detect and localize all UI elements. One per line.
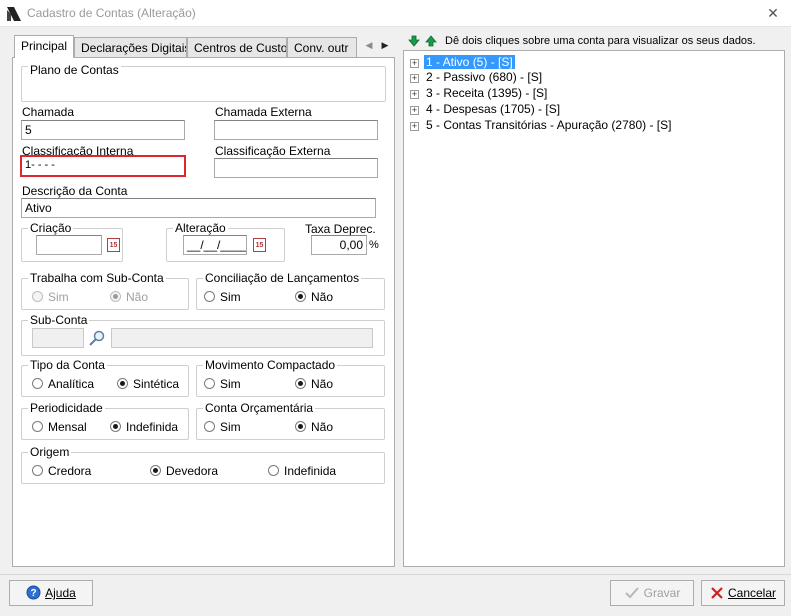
cancelar-button[interactable]: Cancelar xyxy=(701,580,785,606)
window-title: Cadastro de Contas (Alteração) xyxy=(27,6,196,20)
origem-legend: Origem xyxy=(28,445,72,459)
alteracao-date-field[interactable]: __/__/____ xyxy=(183,235,247,255)
origem-devedora-radio[interactable]: Devedora xyxy=(150,464,218,478)
chamada-field[interactable]: 5 xyxy=(21,120,185,140)
classificacao-externa-label: Classificação Externa xyxy=(215,144,331,158)
tree-item-ativo[interactable]: +1 - Ativo (5) - [S] xyxy=(410,55,515,70)
orcamentaria-sim-radio[interactable]: Sim xyxy=(204,420,241,434)
tab-scroll-left-icon[interactable]: ◀ xyxy=(361,37,377,53)
gravar-button[interactable]: Gravar xyxy=(610,580,694,606)
tree-hint-text: Dê dois cliques sobre uma conta para vis… xyxy=(445,35,756,47)
accounts-tree: +1 - Ativo (5) - [S] +2 - Passivo (680) … xyxy=(403,50,785,567)
origem-group: Origem Credora Devedora Indefinida xyxy=(21,445,385,484)
chamada-externa-field[interactable] xyxy=(214,120,378,140)
expand-icon[interactable]: + xyxy=(410,106,419,115)
tree-item-contas-transitorias[interactable]: +5 - Contas Transitórias - Apuração (278… xyxy=(410,118,673,133)
sub-conta-group: Sub-Conta xyxy=(21,313,385,356)
tree-item-despesas[interactable]: +4 - Despesas (1705) - [S] xyxy=(410,102,562,117)
alteracao-group: Alteração __/__/____ 15 xyxy=(166,221,285,262)
movimento-sim-radio[interactable]: Sim xyxy=(204,377,241,391)
expand-icon[interactable]: + xyxy=(410,122,419,131)
criacao-calendar-icon[interactable]: 15 xyxy=(107,238,120,252)
tab-principal[interactable]: Principal xyxy=(14,35,74,58)
plano-de-contas-legend: Plano de Contas xyxy=(28,63,121,77)
orcamentaria-nao-radio[interactable]: Não xyxy=(295,420,333,434)
trabalha-sub-conta-group: Trabalha com Sub-Conta Sim Não xyxy=(21,271,189,310)
svg-text:?: ? xyxy=(31,588,37,599)
sub-conta-legend: Sub-Conta xyxy=(28,313,90,327)
conciliacao-group: Conciliação de Lançamentos Sim Não xyxy=(196,271,385,310)
expand-icon[interactable]: + xyxy=(410,90,419,99)
app-logo-icon xyxy=(7,7,21,21)
check-icon xyxy=(624,587,639,599)
conciliacao-nao-radio[interactable]: Não xyxy=(295,290,333,304)
close-icon[interactable]: ✕ xyxy=(762,3,784,23)
expand-icon[interactable]: + xyxy=(410,59,419,68)
periodicidade-legend: Periodicidade xyxy=(28,401,105,415)
tree-item-receita[interactable]: +3 - Receita (1395) - [S] xyxy=(410,86,549,101)
taxa-deprec-unit: % xyxy=(369,239,379,251)
taxa-deprec-field[interactable]: 0,00 xyxy=(311,235,367,255)
bottom-separator xyxy=(0,574,791,575)
trabalha-sub-conta-sim-radio[interactable]: Sim xyxy=(32,290,69,304)
conciliacao-sim-radio[interactable]: Sim xyxy=(204,290,241,304)
title-bar: Cadastro de Contas (Alteração) ✕ xyxy=(0,0,791,27)
conta-orcamentaria-legend: Conta Orçamentária xyxy=(203,401,316,415)
origem-indefinida-radio[interactable]: Indefinida xyxy=(268,464,336,478)
descricao-field[interactable]: Ativo xyxy=(21,198,376,218)
arrow-up-icon[interactable] xyxy=(425,35,437,47)
tab-declaracoes-digitais[interactable]: Declarações Digitais xyxy=(74,37,187,58)
movimento-compactado-group: Movimento Compactado Sim Não xyxy=(196,358,385,397)
conta-orcamentaria-group: Conta Orçamentária Sim Não xyxy=(196,401,385,440)
tab-centros-de-custo[interactable]: Centros de Custo xyxy=(187,37,287,58)
cancel-x-icon xyxy=(711,587,723,599)
trabalha-sub-conta-legend: Trabalha com Sub-Conta xyxy=(28,271,166,285)
ajuda-button[interactable]: ? Ajuda xyxy=(9,580,93,606)
classificacao-externa-field[interactable] xyxy=(214,158,378,178)
periodicidade-group: Periodicidade Mensal Indefinida xyxy=(21,401,189,440)
alteracao-legend: Alteração xyxy=(173,221,228,235)
criacao-date-field[interactable] xyxy=(36,235,102,255)
expand-icon[interactable]: + xyxy=(410,74,419,83)
plano-de-contas-group: Plano de Contas xyxy=(21,63,386,102)
movimento-compactado-legend: Movimento Compactado xyxy=(203,358,338,372)
sub-conta-code-field[interactable] xyxy=(32,328,84,348)
alteracao-calendar-icon[interactable]: 15 xyxy=(253,238,266,252)
tipo-da-conta-legend: Tipo da Conta xyxy=(28,358,107,372)
origem-credora-radio[interactable]: Credora xyxy=(32,464,91,478)
chamada-externa-label: Chamada Externa xyxy=(215,105,312,119)
tipo-analitica-radio[interactable]: Analítica xyxy=(32,377,94,391)
tree-item-passivo[interactable]: +2 - Passivo (680) - [S] xyxy=(410,70,544,85)
taxa-deprec-label: Taxa Deprec. xyxy=(305,222,376,236)
criacao-legend: Criação xyxy=(28,221,74,235)
help-icon: ? xyxy=(26,585,41,600)
tipo-da-conta-group: Tipo da Conta Analítica Sintética xyxy=(21,358,189,397)
principal-panel: Plano de Contas Chamada 5 Chamada Extern… xyxy=(12,57,395,567)
conciliacao-legend: Conciliação de Lançamentos xyxy=(203,271,362,285)
classificacao-interna-field[interactable]: 1- - - - xyxy=(20,155,186,177)
periodicidade-indefinida-radio[interactable]: Indefinida xyxy=(110,420,178,434)
movimento-nao-radio[interactable]: Não xyxy=(295,377,333,391)
search-icon[interactable] xyxy=(88,329,106,347)
arrow-down-icon[interactable] xyxy=(408,35,420,47)
descricao-label: Descrição da Conta xyxy=(22,184,128,198)
tab-conv-outr[interactable]: Conv. outr xyxy=(287,37,357,58)
criacao-group: Criação 15 xyxy=(21,221,123,262)
tipo-sintetica-radio[interactable]: Sintética xyxy=(117,377,179,391)
chamada-label: Chamada xyxy=(22,105,75,119)
sub-conta-description-field[interactable] xyxy=(111,328,373,348)
periodicidade-mensal-radio[interactable]: Mensal xyxy=(32,420,87,434)
trabalha-sub-conta-nao-radio[interactable]: Não xyxy=(110,290,148,304)
tab-scroll-right-icon[interactable]: ▶ xyxy=(377,37,393,53)
